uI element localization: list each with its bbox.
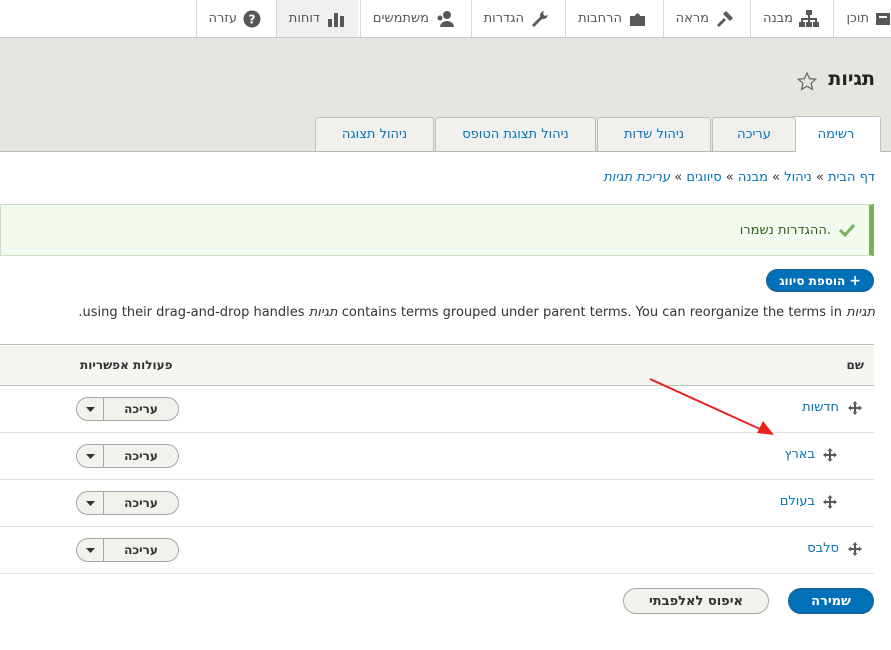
table-row: סלבס עריכה (0, 527, 874, 574)
edit-button[interactable]: עריכה (104, 492, 178, 514)
tab-manage-display[interactable]: ניהול תצוגה (315, 117, 434, 152)
dropbutton-toggle[interactable] (77, 492, 104, 514)
breadcrumb-taxonomy[interactable]: סיווגים (686, 170, 721, 185)
page-title: תגיות (828, 68, 875, 90)
toolbar-item-reports[interactable]: דוחות (275, 0, 358, 37)
operations-dropbutton: עריכה (76, 444, 179, 468)
svg-text:?: ? (249, 12, 256, 26)
tab-label: ניהול שדות (623, 127, 685, 142)
star-icon[interactable] (797, 72, 817, 91)
toolbar-item-people[interactable]: משתמשים (359, 0, 467, 37)
operations-dropbutton: עריכה (76, 397, 179, 421)
toolbar-label: דוחות (288, 11, 320, 26)
dropbutton-toggle[interactable] (77, 539, 104, 561)
status-message-text: ההגדרות נשמרו. (739, 222, 831, 238)
reset-alphabetical-button[interactable]: איפוס לאלפבתי (623, 588, 769, 614)
toolbar-label: הגדרות (483, 11, 524, 26)
content-icon (876, 12, 890, 25)
term-link[interactable]: סלבס (807, 541, 839, 556)
column-header-operations: פעולות אפשריות (80, 358, 173, 372)
tab-manage-form-display[interactable]: ניהול תצוגת הטופס (435, 117, 596, 152)
help-icon: ? (243, 10, 261, 27)
status-message: ההגדרות נשמרו. (0, 204, 874, 256)
breadcrumb-home[interactable]: דף הבית (828, 170, 875, 185)
dropbutton-toggle[interactable] (77, 398, 104, 420)
term-link[interactable]: חדשות (802, 400, 839, 415)
reports-icon (328, 12, 344, 27)
toolbar-label: מבנה (762, 11, 793, 26)
breadcrumb-current[interactable]: עריכת תגיות (603, 170, 670, 185)
drag-handle-icon[interactable] (823, 495, 837, 509)
term-link[interactable]: בעולם (780, 494, 815, 509)
checkmark-icon (839, 223, 855, 237)
wrench-icon (532, 10, 548, 27)
chevron-down-icon (85, 500, 95, 506)
appearance-icon (717, 10, 733, 27)
toolbar-label: הרחבות (578, 11, 622, 26)
drag-handle-icon[interactable] (848, 401, 862, 415)
dropbutton-toggle[interactable] (77, 445, 104, 467)
edit-button[interactable]: עריכה (104, 445, 178, 467)
drag-handle-icon[interactable] (823, 448, 837, 462)
save-button[interactable]: שמירה (788, 588, 874, 614)
plus-icon: + (849, 272, 861, 289)
vocabulary-name: תגיות (846, 305, 875, 320)
breadcrumb: דף הבית » ניהול » מבנה » סיווגים » עריכת… (603, 170, 875, 185)
breadcrumb-separator: » (674, 170, 683, 185)
toolbar-item-help[interactable]: ? עזרה (195, 0, 273, 37)
page-header: תגיות רשימה עריכה ניהול שדות ניהול תצוגת… (0, 38, 891, 152)
table-row: בעולם עריכה (0, 480, 874, 527)
tab-edit[interactable]: עריכה (712, 117, 796, 152)
table-row: חדשות עריכה (0, 386, 874, 433)
edit-button[interactable]: עריכה (104, 539, 178, 561)
tab-label: עריכה (737, 127, 771, 142)
breadcrumb-admin[interactable]: ניהול (784, 170, 812, 185)
description-text: contains terms grouped under parent term… (341, 305, 842, 320)
breadcrumb-separator: » (815, 170, 824, 185)
operations-dropbutton: עריכה (76, 491, 179, 515)
toolbar-item-structure[interactable]: מבנה (749, 0, 831, 37)
tab-list[interactable]: רשימה (791, 116, 881, 152)
breadcrumb-structure[interactable]: מבנה (738, 170, 768, 185)
drag-handle-icon[interactable] (848, 542, 862, 556)
toolbar-item-appearance[interactable]: מראה (662, 0, 747, 37)
toolbar-label: עזרה (208, 11, 237, 26)
toolbar-item-content[interactable]: תוכן (833, 0, 891, 37)
table-row: בארץ עריכה (0, 433, 874, 480)
column-header-name: שם (846, 358, 864, 372)
toolbar-label: משתמשים (372, 11, 429, 26)
edit-button[interactable]: עריכה (104, 398, 178, 420)
structure-icon (799, 9, 819, 27)
add-term-button[interactable]: + הוספת סיווג (766, 269, 874, 292)
help-description: תגיות contains terms grouped under paren… (78, 305, 875, 320)
tab-manage-fields[interactable]: ניהול שדות (597, 117, 711, 152)
vocabulary-name: תגיות (308, 305, 338, 320)
operations-dropbutton: עריכה (76, 538, 179, 562)
breadcrumb-separator: » (772, 170, 781, 185)
term-link[interactable]: בארץ (784, 447, 815, 462)
table-header: שם פעולות אפשריות (0, 344, 874, 386)
toolbar-label: מראה (675, 11, 709, 26)
toolbar-item-extend[interactable]: הרחבות (565, 0, 660, 37)
extend-icon (630, 13, 645, 26)
chevron-down-icon (85, 406, 95, 412)
toolbar-item-configuration[interactable]: הגדרות (470, 0, 562, 37)
description-text-end: using their drag-and-drop handles. (78, 305, 305, 320)
tab-label: ניהול תצוגה (341, 127, 408, 142)
terms-table: שם פעולות אפשריות חדשות עריכה בארץ עריכה… (0, 344, 874, 574)
tab-label: ניהול תצוגת הטופס (462, 127, 569, 142)
breadcrumb-separator: » (725, 170, 734, 185)
chevron-down-icon (85, 453, 95, 459)
people-icon (437, 10, 454, 27)
admin-toolbar: תוכן מבנה מראה הרחבות הגדרות משתמשים דוח… (0, 0, 891, 38)
tab-label: רשימה (817, 126, 855, 142)
toolbar-label: תוכן (846, 11, 869, 26)
chevron-down-icon (85, 547, 95, 553)
add-term-label: הוספת סיווג (779, 273, 846, 288)
